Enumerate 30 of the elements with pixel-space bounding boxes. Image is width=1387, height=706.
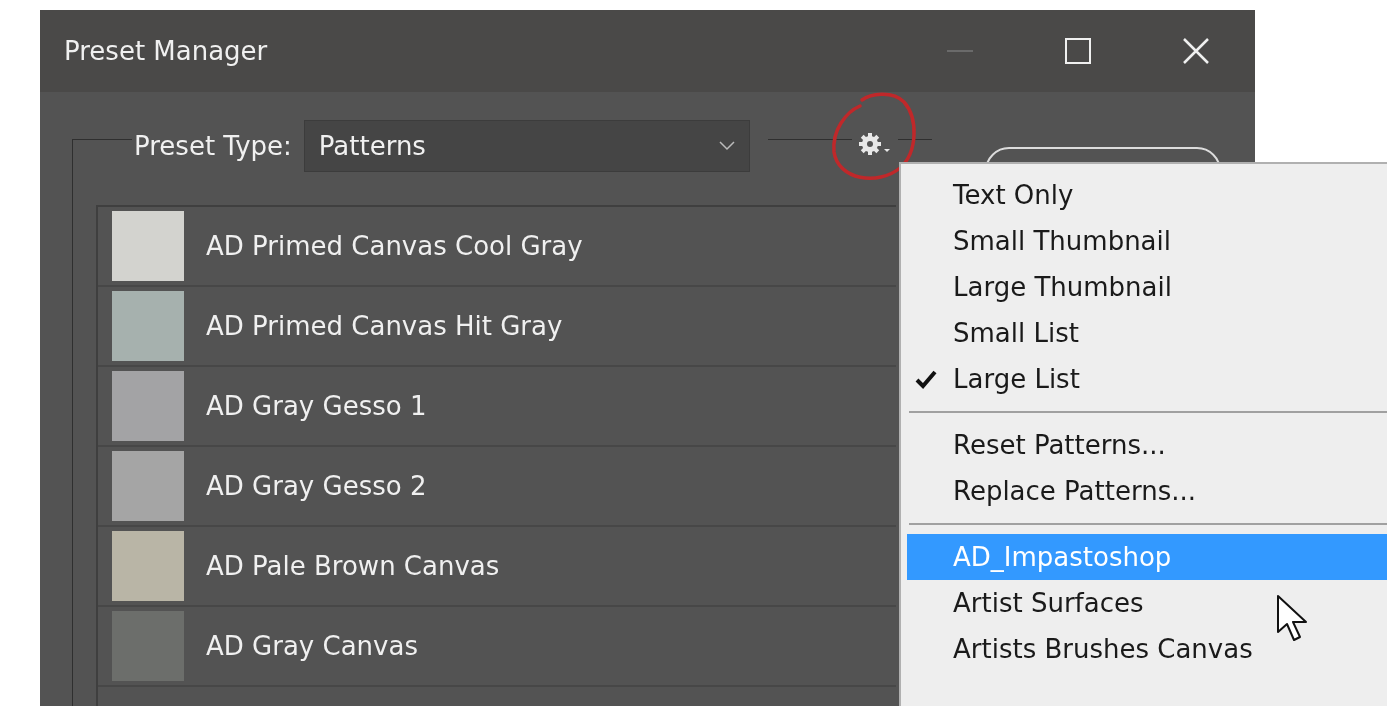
preset-name: AD Primed Canvas Hit Gray (206, 309, 563, 343)
maximize-icon (1065, 38, 1091, 64)
menu-item[interactable]: Large List (907, 356, 1387, 402)
menu-item[interactable]: Text Only (907, 172, 1387, 218)
preset-name: AD Gray Gesso 1 (206, 389, 427, 423)
preset-type-label: Preset Type: (134, 129, 292, 163)
menu-item[interactable]: Large Thumbnail (907, 264, 1387, 310)
menu-item[interactable]: Small Thumbnail (907, 218, 1387, 264)
preset-row[interactable]: AD Gray Canvas (98, 607, 896, 687)
preset-name: AD Pale Brown Canvas (206, 549, 500, 583)
minimize-icon (947, 50, 973, 52)
preset-type-dropdown[interactable]: Patterns (303, 120, 750, 172)
preset-name: AD Gray Canvas (206, 629, 418, 663)
preset-row[interactable]: AD Gray Gesso 1 (98, 367, 896, 447)
menu-item[interactable]: Artists Brushes Canvas (907, 626, 1387, 672)
preset-row[interactable]: AD Primed Canvas Hit Gray (98, 287, 896, 367)
preset-row[interactable]: AD Primed Canvas Cool Gray (98, 207, 896, 287)
preset-row[interactable]: AD Gray Gesso 2 (98, 447, 896, 527)
preset-name: AD Primed Canvas Cool Gray (206, 229, 583, 263)
menu-item[interactable]: Reset Patterns... (907, 422, 1387, 468)
menu-item[interactable]: Replace Patterns... (907, 468, 1387, 514)
gear-icon (858, 132, 892, 158)
preset-row[interactable]: AD Pale Brown Canvas (98, 527, 896, 607)
mouse-cursor-icon (1276, 594, 1310, 644)
menu-item[interactable]: Artist Surfaces (907, 580, 1387, 626)
preset-name: AD Gray Gesso 2 (206, 469, 427, 503)
menu-item[interactable]: Small List (907, 310, 1387, 356)
window-title: Preset Manager (64, 34, 268, 68)
chevron-down-icon (718, 141, 735, 151)
close-icon (1183, 38, 1209, 64)
